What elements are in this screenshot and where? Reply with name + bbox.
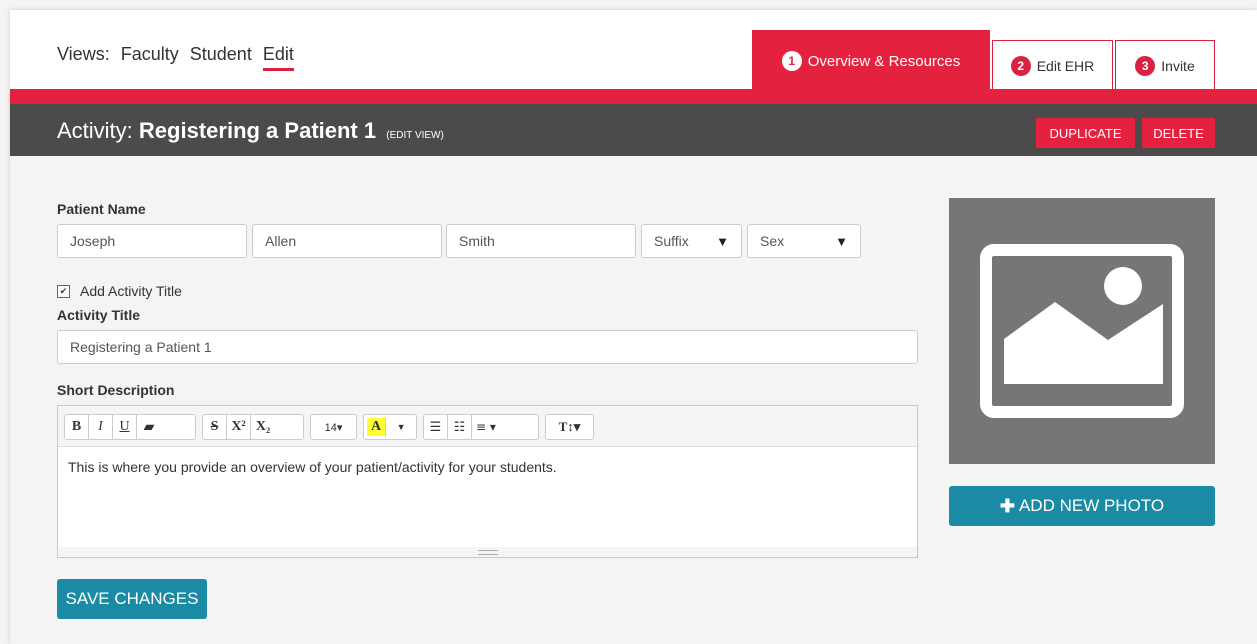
format-group: B I U ▰ — [64, 414, 196, 440]
suffix-value: Suffix — [654, 233, 689, 249]
view-student[interactable]: Student — [190, 44, 252, 64]
view-faculty[interactable]: Faculty — [121, 44, 179, 64]
activity-title-label: Activity Title — [57, 307, 140, 323]
numbered-list-icon[interactable]: ☷ — [448, 415, 472, 439]
activity-header: Activity: Registering a Patient 1 (EDIT … — [10, 104, 1257, 156]
editor-content[interactable]: This is where you provide an overview of… — [58, 447, 917, 487]
page: Views: Faculty Student Edit 1 Overview &… — [10, 10, 1257, 644]
step-number-badge: 3 — [1135, 55, 1156, 76]
short-description-label: Short Description — [57, 382, 175, 398]
add-photo-label: ADD NEW PHOTO — [1018, 496, 1165, 515]
views-nav: Views: Faculty Student Edit — [57, 44, 300, 71]
add-title-checkbox[interactable]: ✔ — [57, 284, 70, 298]
tab-edit-ehr[interactable]: 2 Edit EHR — [992, 40, 1113, 90]
color-dropdown-icon[interactable]: ▼ — [389, 415, 413, 439]
activity-name: Registering a Patient 1 — [138, 118, 377, 143]
tab-invite[interactable]: 3 Invite — [1115, 40, 1215, 90]
activity-title-field[interactable]: Registering a Patient 1 — [57, 330, 918, 364]
plus-icon: ✚ — [999, 495, 1015, 516]
first-name-field[interactable]: Joseph — [57, 224, 247, 258]
superscript-icon[interactable]: X² — [227, 415, 251, 439]
highlight-color-icon[interactable]: A — [367, 418, 387, 436]
script-group: S X² X₂ — [202, 414, 304, 440]
font-size-group: 14▾ — [310, 414, 357, 440]
subscript-icon[interactable]: X₂ — [251, 415, 275, 439]
tab-label: Invite — [1161, 57, 1195, 74]
tab-label: Overview & Resources — [807, 52, 961, 70]
patient-name-label: Patient Name — [57, 201, 146, 217]
delete-button[interactable]: DELETE — [1142, 118, 1215, 148]
bold-icon[interactable]: B — [65, 415, 89, 439]
underline-icon[interactable]: U — [113, 415, 137, 439]
middle-name-field[interactable]: Allen — [252, 224, 442, 258]
save-changes-button[interactable]: SAVE CHANGES — [57, 579, 207, 619]
suffix-select[interactable]: Suffix ▼ — [641, 224, 742, 258]
resize-handle[interactable] — [58, 547, 917, 557]
align-dropdown-icon[interactable]: ≡ ▾ — [472, 415, 500, 439]
add-title-label: Add Activity Title — [80, 283, 182, 299]
color-group: A ▼ — [363, 414, 417, 440]
edit-view-tag: (EDIT VIEW) — [386, 130, 444, 141]
line-height-group: T↕▾ — [545, 414, 594, 440]
bullet-list-icon[interactable]: ☰ — [424, 415, 448, 439]
accent-bar — [10, 89, 1257, 104]
duplicate-button[interactable]: DUPLICATE — [1036, 118, 1135, 148]
strikethrough-icon[interactable]: S — [203, 415, 227, 439]
list-group: ☰ ☷ ≡ ▾ — [423, 414, 539, 440]
last-name-field[interactable]: Smith — [446, 224, 636, 258]
photo-placeholder — [949, 198, 1215, 464]
sex-value: Sex — [760, 233, 785, 249]
rich-text-editor: B I U ▰ S X² X₂ 14▾ A ▼ ☰ ☷ ≡ ▾ T↕▾ This… — [57, 405, 918, 558]
font-size-dropdown[interactable]: 14▾ — [311, 415, 356, 439]
tab-overview-resources[interactable]: 1 Overview & Resources — [752, 30, 990, 91]
dropdown-arrow-icon: ▼ — [716, 233, 729, 249]
views-label: Views: — [57, 44, 110, 64]
dropdown-arrow-icon: ▼ — [835, 233, 848, 249]
line-height-icon[interactable]: T↕▾ — [546, 415, 593, 439]
image-placeholder-icon — [980, 244, 1184, 418]
eraser-icon[interactable]: ▰ — [137, 415, 161, 439]
tab-label: Edit EHR — [1036, 57, 1095, 74]
step-number-badge: 1 — [781, 51, 802, 71]
view-edit[interactable]: Edit — [262, 44, 294, 71]
top-bar: Views: Faculty Student Edit 1 Overview &… — [10, 10, 1257, 91]
sex-select[interactable]: Sex ▼ — [747, 224, 861, 258]
italic-icon[interactable]: I — [89, 415, 113, 439]
activity-title-heading: Activity: Registering a Patient 1 (EDIT … — [57, 118, 444, 144]
editor-toolbar: B I U ▰ S X² X₂ 14▾ A ▼ ☰ ☷ ≡ ▾ T↕▾ — [58, 406, 917, 447]
activity-prefix: Activity: — [57, 118, 133, 143]
add-new-photo-button[interactable]: ✚ ADD NEW PHOTO — [949, 486, 1215, 526]
add-title-row: ✔ Add Activity Title — [57, 283, 182, 299]
step-number-badge: 2 — [1010, 55, 1031, 76]
